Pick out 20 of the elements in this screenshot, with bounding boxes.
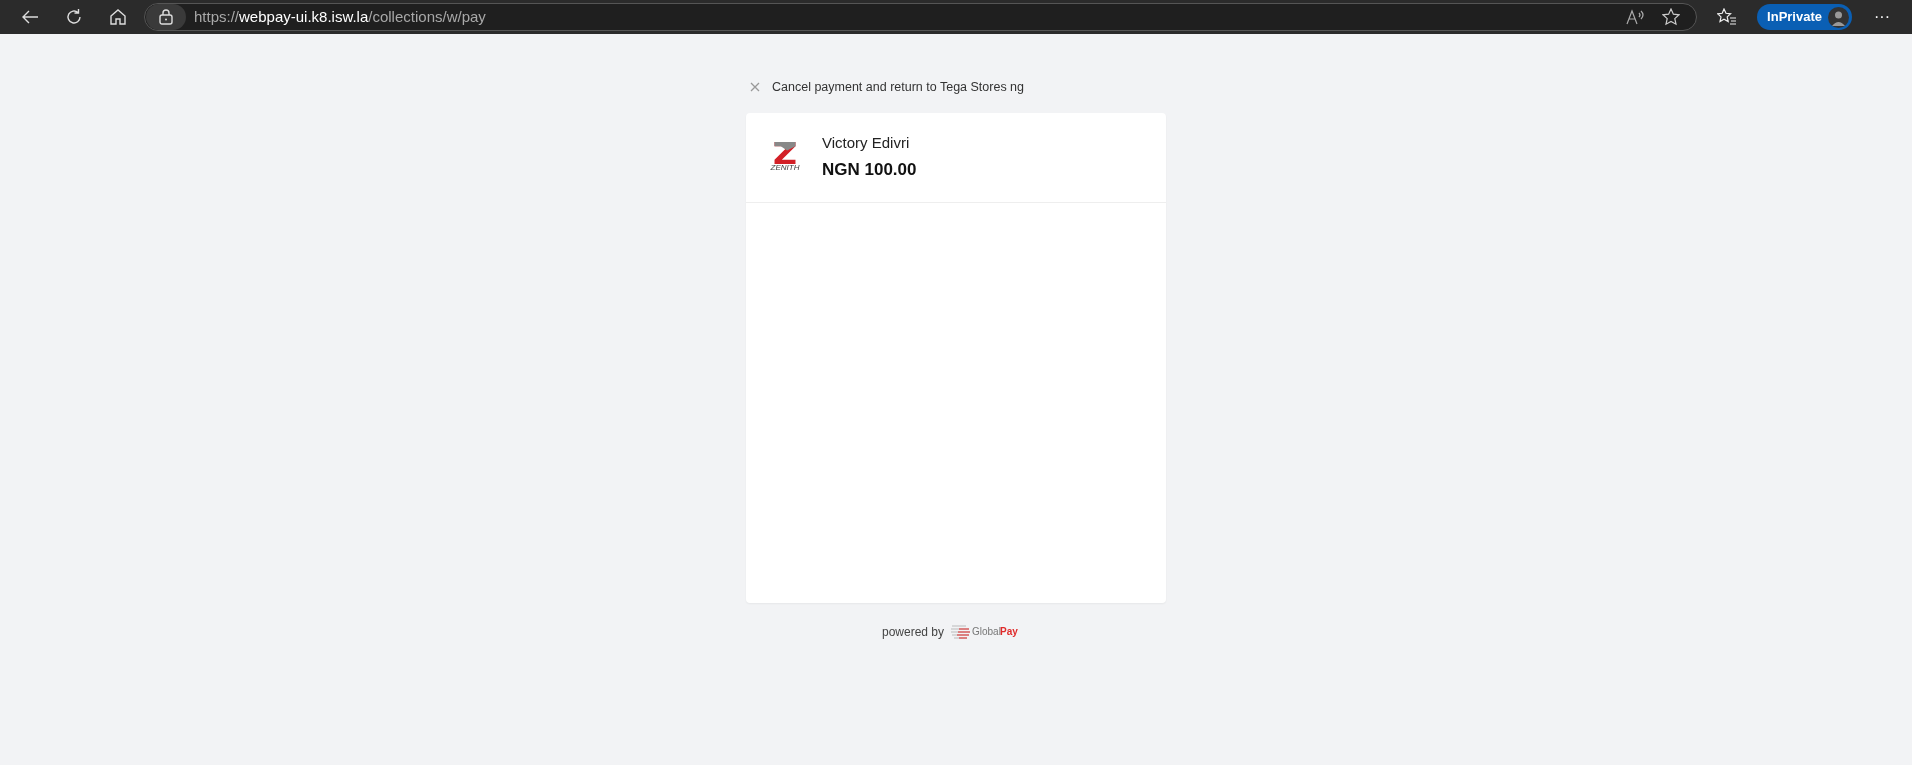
inprivate-button[interactable]: InPrivate (1757, 4, 1852, 30)
globalpay-logo: GlobalPay (950, 620, 1030, 643)
read-aloud-icon[interactable] (1626, 9, 1647, 25)
address-bar[interactable]: https://webpay-ui.k8.isw.la/collections/w/pay (144, 3, 1698, 31)
url-text: https://webpay-ui.k8.isw.la/collections/w/pay (194, 6, 486, 27)
lock-icon (159, 9, 173, 25)
back-arrow-icon (21, 9, 39, 25)
bank-logo-text: ZENITH (770, 164, 800, 173)
avatar-icon (1828, 6, 1849, 28)
payment-amount: NGN 100.00 (822, 159, 917, 182)
favorite-star-icon[interactable] (1662, 8, 1681, 26)
more-button[interactable]: ··· (1860, 2, 1904, 32)
bank-logo-icon (774, 142, 796, 165)
merchant-name: Victory Edivri (822, 132, 911, 153)
cancel-link[interactable]: Cancel payment and return to Tega Stores ng (772, 78, 1024, 97)
home-icon (109, 8, 127, 26)
powered-by-text: powered by (881, 623, 944, 641)
refresh-icon (65, 8, 83, 26)
favorites-list-icon (1717, 8, 1738, 26)
close-icon[interactable] (750, 82, 760, 93)
